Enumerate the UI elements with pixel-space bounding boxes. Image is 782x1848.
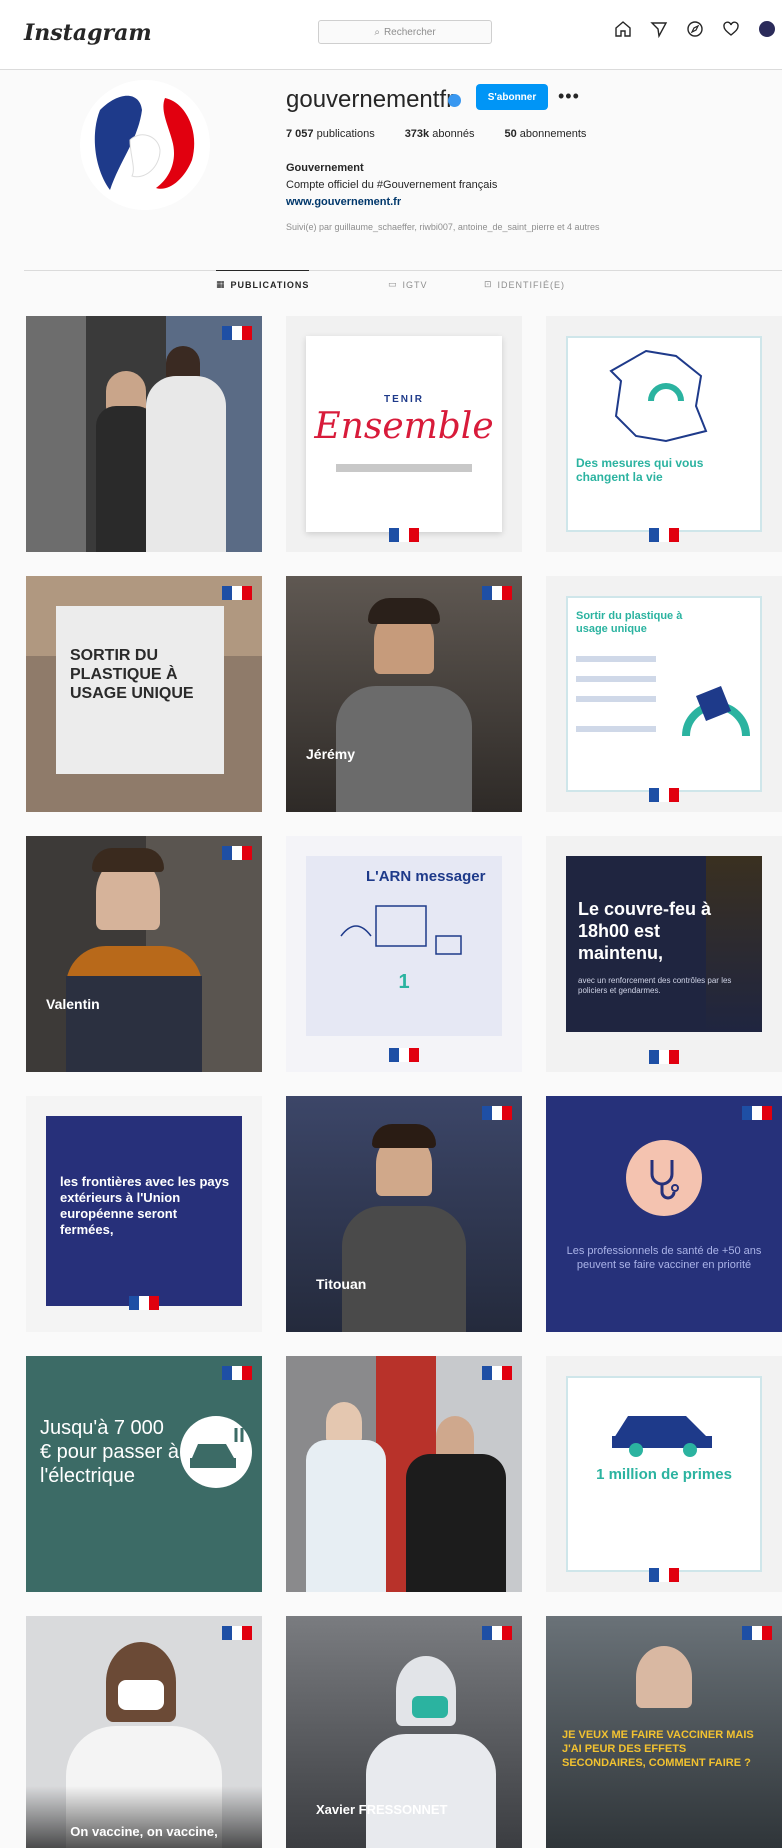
post-title-plastique: Sortir du plastique à usage unique (576, 610, 683, 635)
post-titouan[interactable]: Titouan (286, 1096, 522, 1332)
post-title-tenir: TENIR (384, 394, 424, 405)
post-text-vaccine: On vaccine, on vaccine, (70, 1824, 218, 1839)
profile-username: gouvernementfr (286, 86, 455, 113)
post-name-jeremy: Jérémy (306, 746, 356, 762)
followed-by[interactable]: Suivi(e) par guillaume_schaeffer, riwbi0… (286, 219, 756, 236)
french-flag-icon (482, 1626, 512, 1640)
car-icon (612, 1416, 712, 1457)
more-options-icon[interactable]: ••• (558, 86, 580, 107)
post-mesures[interactable]: Des mesures qui vous changent la vie (546, 316, 782, 552)
search-icon: ⌕ (374, 26, 380, 38)
top-navigation-bar: Instagram ⌕ Rechercher (0, 0, 782, 70)
post-million-primes[interactable]: 1 million de primes (546, 1356, 782, 1592)
french-flag-icon (222, 846, 252, 860)
post-title-arn: L'ARN messager (366, 868, 486, 885)
home-icon[interactable] (612, 18, 634, 40)
post-jeremy[interactable]: Jérémy (286, 576, 522, 812)
post-sortir-plastique-photo[interactable]: SORTIR DU PLASTIQUE À USAGE UNIQUE (26, 576, 262, 812)
post-plastique-infographic[interactable]: Sortir du plastique à usage unique (546, 576, 782, 812)
profile-avatar[interactable] (756, 18, 778, 40)
electric-car-icon (180, 1416, 252, 1488)
profile-header: gouvernementfr S'abonner ••• 7 057 publi… (0, 70, 782, 270)
french-flag-icon (222, 326, 252, 340)
post-name-titouan: Titouan (316, 1276, 367, 1292)
french-flag-icon (389, 1048, 419, 1062)
french-flag-icon (482, 586, 512, 600)
post-text-plastique: SORTIR DU PLASTIQUE À USAGE UNIQUE (70, 647, 194, 702)
post-name-valentin: Valentin (46, 996, 100, 1012)
french-flag-icon (742, 1106, 772, 1120)
post-couvre-feu[interactable]: Le couvre-feu à 18h00 est maintenu, avec… (546, 836, 782, 1072)
french-flag-icon (649, 1050, 679, 1064)
post-arn-messager[interactable]: L'ARN messager 1 (286, 836, 522, 1072)
search-input[interactable]: ⌕ Rechercher (318, 20, 492, 44)
posts-count: 7 057 publications (286, 128, 375, 140)
profile-tabs: ▦ PUBLICATIONS ▭ IGTV ⊡ IDENTIFIÉ(E) (24, 270, 782, 310)
follow-button[interactable]: S'abonner (476, 84, 548, 110)
post-frontieres[interactable]: les frontières avec les pays extérieurs … (26, 1096, 262, 1332)
french-flag-icon (222, 1626, 252, 1640)
post-title-primes: 1 million de primes (596, 1466, 732, 1483)
french-flag-icon (649, 788, 679, 802)
french-flag-icon (482, 1106, 512, 1120)
explore-icon[interactable] (684, 18, 706, 40)
instagram-logo[interactable]: Instagram (24, 20, 152, 46)
french-flag-icon (649, 528, 679, 542)
bio-link[interactable]: www.gouvernement.fr (286, 194, 756, 211)
bio-name: Gouvernement (286, 162, 364, 174)
post-professionnels-sante[interactable]: Les professionnels de santé de +50 ans p… (546, 1096, 782, 1332)
french-flag-icon (389, 528, 419, 542)
post-text-sante: Les professionnels de santé de +50 ans p… (566, 1245, 762, 1271)
post-number-arn: 1 (398, 971, 410, 993)
profile-stats: 7 057 publications 373k abonnés 50 abonn… (286, 128, 586, 140)
stethoscope-icon (650, 1160, 679, 1200)
post-title-couvre-feu: Le couvre-feu à 18h00 est maintenu, (578, 899, 712, 963)
post-xavier[interactable]: Xavier FRESSONNET (286, 1616, 522, 1848)
post-tenir-ensemble[interactable]: TENIR Ensemble (286, 316, 522, 552)
profile-bio: Gouvernement Compte officiel du #Gouvern… (286, 160, 756, 236)
post-on-vaccine[interactable]: On vaccine, on vaccine, (26, 1616, 262, 1848)
french-flag-icon (222, 1366, 252, 1380)
rna-diagram-icon (340, 905, 462, 955)
french-flag-icon (482, 1366, 512, 1380)
followers-count[interactable]: 373k abonnés (405, 128, 475, 140)
post-effets-secondaires[interactable]: JE VEUX ME FAIRE VACCINER MAIS J'AI PEUR… (546, 1616, 782, 1848)
post-vaccination-photo[interactable] (26, 316, 262, 552)
post-valentin[interactable]: Valentin (26, 836, 262, 1072)
search-placeholder: Rechercher (383, 26, 436, 38)
post-name-xavier: Xavier FRESSONNET (316, 1802, 448, 1817)
post-sub-couvre-feu: avec un renforcement des contrôles par l… (578, 976, 732, 995)
french-flag-icon (129, 1296, 159, 1310)
bio-description: Compte officiel du #Gouvernement françai… (286, 179, 498, 191)
french-flag-icon (649, 1568, 679, 1582)
following-count[interactable]: 50 abonnements (504, 128, 586, 140)
tab-publications[interactable]: ▦ PUBLICATIONS (216, 270, 310, 290)
plastic-icon (682, 686, 750, 737)
post-text-frontieres: les frontières avec les pays extérieurs … (60, 1174, 230, 1237)
profile-picture[interactable] (80, 80, 210, 210)
french-flag-icon (742, 1626, 772, 1640)
post-text-electrique: Jusqu'à 7 000 € pour passer à l'électriq… (40, 1417, 179, 1487)
post-voiture-electrique[interactable]: Jusqu'à 7 000 € pour passer à l'électriq… (26, 1356, 262, 1592)
post-title-mesures: Des mesures qui vous changent la vie (576, 456, 704, 484)
heart-icon[interactable] (720, 18, 742, 40)
post-text-effets: JE VEUX ME FAIRE VACCINER MAIS J'AI PEUR… (562, 1729, 754, 1769)
tab-tagged[interactable]: ⊡ IDENTIFIÉ(E) (484, 279, 565, 290)
direct-icon[interactable] (648, 18, 670, 40)
tab-igtv[interactable]: ▭ IGTV (388, 279, 428, 290)
tag-icon: ⊡ (484, 279, 493, 289)
igtv-icon: ▭ (388, 279, 398, 289)
posts-grid: TENIR Ensemble Des mesures qui vous chan… (26, 316, 782, 1848)
post-title-ensemble: Ensemble (314, 406, 494, 447)
grid-icon: ▦ (216, 279, 226, 289)
verified-badge-icon (448, 94, 461, 107)
post-hospital-photo[interactable] (286, 1356, 522, 1592)
french-flag-icon (222, 586, 252, 600)
france-map-icon (609, 349, 708, 443)
